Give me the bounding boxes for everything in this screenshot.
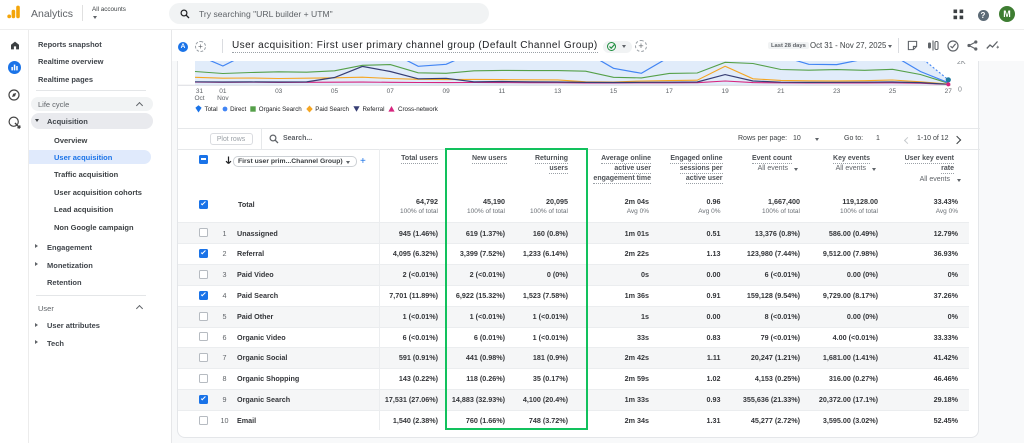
svg-text:2K: 2K: [957, 61, 966, 66]
svg-text:0: 0: [958, 87, 962, 94]
